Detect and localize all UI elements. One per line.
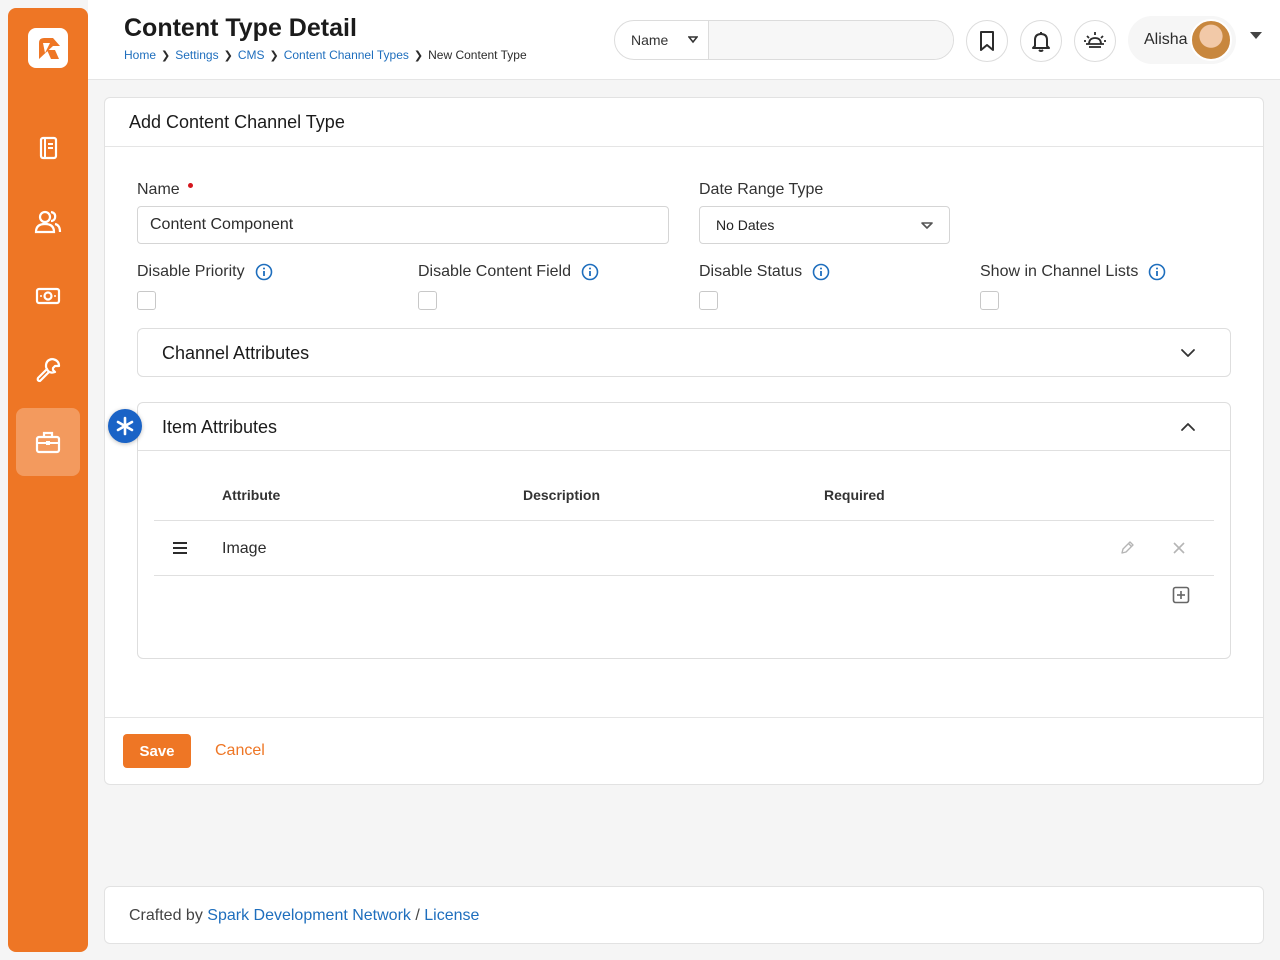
- info-icon[interactable]: [255, 263, 273, 281]
- chevron-right-icon: ❯: [269, 49, 279, 62]
- breadcrumb-current: New Content Type: [428, 48, 527, 62]
- page-title: Content Type Detail: [124, 14, 357, 42]
- content-type-card: Add Content Channel Type Name Date Range…: [104, 97, 1264, 785]
- disable-content-field-label: Disable Content Field: [418, 263, 599, 281]
- name-label: Name: [137, 181, 193, 199]
- divider: [105, 146, 1263, 147]
- breadcrumb-home[interactable]: Home: [124, 48, 156, 62]
- footer-separator: /: [415, 907, 420, 924]
- item-attributes-title: Item Attributes: [162, 417, 278, 437]
- cancel-button[interactable]: Cancel: [215, 742, 265, 760]
- rock-logo-icon[interactable]: [28, 28, 68, 68]
- channel-attributes-title: Channel Attributes: [162, 343, 310, 363]
- show-in-channel-lists-label: Show in Channel Lists: [980, 263, 1166, 281]
- theme-toggle-button[interactable]: [1074, 20, 1116, 62]
- user-name: Alisha: [1144, 31, 1188, 48]
- search-type-dropdown[interactable]: Name: [615, 21, 709, 59]
- search-type-label: Name: [631, 32, 669, 48]
- column-header-required: Required: [824, 487, 885, 503]
- edit-pencil-icon[interactable]: [1119, 540, 1135, 556]
- divider: [154, 520, 1214, 521]
- people-icon: [34, 210, 62, 234]
- info-icon[interactable]: [581, 263, 599, 281]
- chevron-up-icon[interactable]: [1180, 419, 1196, 435]
- bookmark-button[interactable]: [966, 20, 1008, 62]
- add-attribute-icon[interactable]: [1172, 586, 1190, 604]
- nav-item-tools[interactable]: [16, 336, 80, 404]
- show-in-channel-lists-checkbox[interactable]: [980, 291, 999, 310]
- caret-down-icon: [921, 221, 933, 229]
- info-icon[interactable]: [1148, 263, 1166, 281]
- save-button[interactable]: Save: [123, 734, 191, 768]
- nav-item-admin[interactable]: [16, 408, 80, 476]
- item-attributes-panel: Item Attributes Attribute Description Re…: [137, 402, 1231, 659]
- money-icon: [35, 287, 61, 305]
- nav-item-finance[interactable]: [16, 262, 80, 330]
- disable-status-label: Disable Status: [699, 263, 830, 281]
- disable-content-field-text: Disable Content Field: [418, 263, 571, 280]
- breadcrumb-settings[interactable]: Settings: [175, 48, 218, 62]
- chevron-right-icon: ❯: [413, 49, 424, 62]
- required-indicator: [187, 182, 193, 188]
- disable-content-field-checkbox[interactable]: [418, 291, 437, 310]
- nav-item-notebook[interactable]: [16, 114, 80, 182]
- footer-license-link[interactable]: License: [424, 907, 479, 924]
- disable-priority-text: Disable Priority: [137, 263, 245, 280]
- top-header: Content Type Detail Home ❯ Settings ❯ CM…: [88, 0, 1280, 80]
- breadcrumb: Home ❯ Settings ❯ CMS ❯ Content Channel …: [124, 48, 527, 62]
- card-title: Add Content Channel Type: [129, 112, 345, 132]
- sidebar: [8, 8, 88, 952]
- drag-handle-icon[interactable]: [172, 541, 188, 555]
- footer-prefix: Crafted by: [129, 907, 203, 924]
- date-range-select[interactable]: No Dates: [699, 206, 950, 244]
- column-header-description: Description: [523, 487, 601, 503]
- breadcrumb-content-channel-types[interactable]: Content Channel Types: [284, 48, 409, 62]
- nav-item-people[interactable]: [16, 188, 80, 256]
- caret-down-icon: [688, 36, 699, 44]
- footer-text: Crafted by Spark Development Network / L…: [129, 907, 479, 925]
- notifications-button[interactable]: [1020, 20, 1062, 62]
- caret-down-icon[interactable]: [1250, 32, 1262, 39]
- breadcrumb-cms[interactable]: CMS: [238, 48, 265, 62]
- date-range-label: Date Range Type: [699, 181, 823, 199]
- asterisk-badge-icon[interactable]: [108, 409, 142, 443]
- divider: [154, 575, 1214, 576]
- date-range-value: No Dates: [716, 217, 775, 233]
- bell-icon: [1032, 32, 1050, 52]
- date-range-label-text: Date Range Type: [699, 181, 824, 198]
- disable-status-text: Disable Status: [699, 263, 803, 280]
- search-input[interactable]: [709, 21, 953, 59]
- bookmark-icon: [980, 31, 994, 51]
- divider: [105, 717, 1263, 718]
- info-icon[interactable]: [812, 263, 830, 281]
- disable-priority-checkbox[interactable]: [137, 291, 156, 310]
- avatar: [1190, 19, 1232, 61]
- divider: [138, 450, 1230, 451]
- footer-org-link[interactable]: Spark Development Network: [207, 907, 411, 924]
- chevron-right-icon: ❯: [161, 49, 171, 62]
- attribute-name: Image: [222, 540, 267, 557]
- user-menu[interactable]: Alisha: [1128, 16, 1236, 64]
- briefcase-icon: [35, 431, 61, 454]
- name-label-text: Name: [137, 181, 180, 198]
- wrench-icon: [36, 357, 61, 383]
- column-header-attribute: Attribute: [222, 487, 281, 503]
- show-in-channel-lists-text: Show in Channel Lists: [980, 263, 1139, 280]
- search-box: Name: [614, 20, 954, 60]
- chevron-right-icon: ❯: [223, 49, 233, 62]
- name-input[interactable]: [137, 206, 669, 244]
- disable-status-checkbox[interactable]: [699, 291, 718, 310]
- disable-priority-label: Disable Priority: [137, 263, 273, 281]
- page-footer: Crafted by Spark Development Network / L…: [104, 886, 1264, 944]
- channel-attributes-panel[interactable]: Channel Attributes: [137, 328, 1231, 377]
- delete-x-icon[interactable]: [1172, 541, 1186, 555]
- chevron-down-icon[interactable]: [1180, 345, 1196, 361]
- sunrise-icon: [1084, 32, 1106, 48]
- notebook-icon: [39, 136, 58, 160]
